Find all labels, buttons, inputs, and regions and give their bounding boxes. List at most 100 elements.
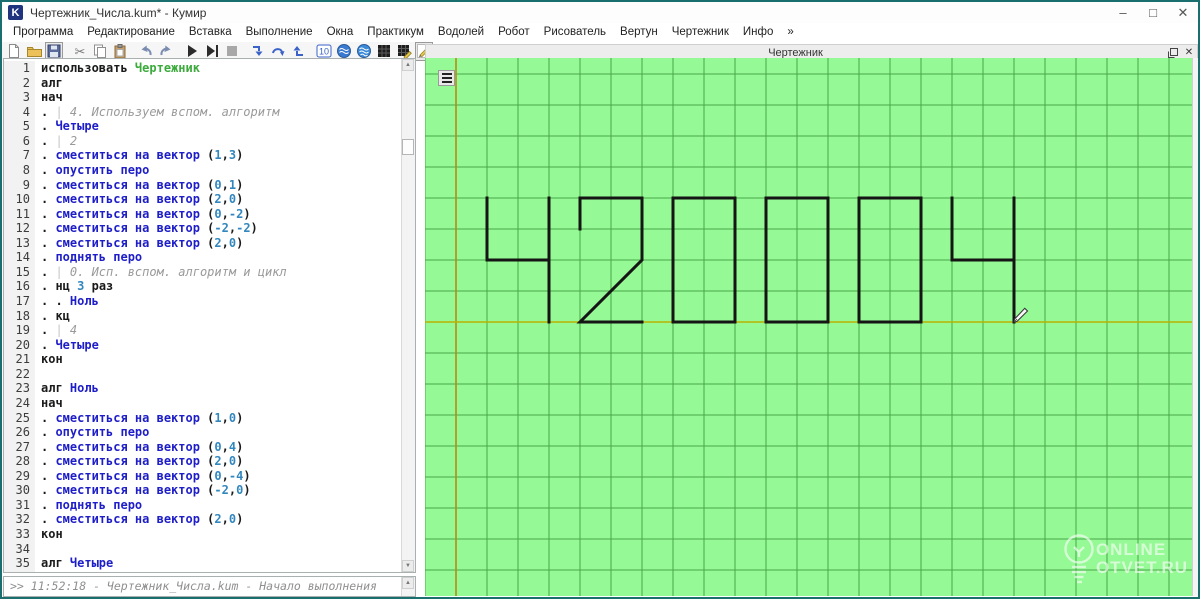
line-number: 17 bbox=[4, 294, 35, 309]
code-line-2: 2алг bbox=[4, 76, 401, 91]
line-number: 21 bbox=[4, 352, 35, 367]
code-line-35: 35алг Четыре bbox=[4, 556, 401, 571]
svg-text:10: 10 bbox=[319, 47, 329, 57]
drawer-panel-title: Чертежник bbox=[426, 47, 1165, 59]
line-number: 34 bbox=[4, 542, 35, 557]
line-number: 10 bbox=[4, 192, 35, 207]
line-number: 23 bbox=[4, 381, 35, 396]
code-line-28: 28. сместиться на вектор (2,0) bbox=[4, 454, 401, 469]
line-number: 4 bbox=[4, 105, 35, 120]
output-console: >> 11:52:18 - Чертежник_Числа.kum - Нача… bbox=[3, 576, 416, 597]
code-line-17: 17. . Ноль bbox=[4, 294, 401, 309]
code-line-5: 5. Четыре bbox=[4, 119, 401, 134]
line-number: 9 bbox=[4, 178, 35, 193]
line-number: 11 bbox=[4, 207, 35, 222]
line-number: 26 bbox=[4, 425, 35, 440]
menu-item-praktikum[interactable]: Практикум bbox=[360, 23, 431, 42]
drawer-canvas[interactable]: ONLINE OTVET.RU bbox=[425, 58, 1192, 596]
menu-item-overflow[interactable]: » bbox=[780, 23, 800, 42]
line-number: 12 bbox=[4, 221, 35, 236]
line-number: 30 bbox=[4, 483, 35, 498]
menu-item-chertezhnik[interactable]: Чертежник bbox=[665, 23, 736, 42]
line-number: 8 bbox=[4, 163, 35, 178]
watermark-line2: OTVET.RU bbox=[1096, 559, 1188, 577]
code-line-14: 14. поднять перо bbox=[4, 250, 401, 265]
console-scrollbar[interactable]: ▲ bbox=[401, 577, 415, 596]
code-line-20: 20. Четыре bbox=[4, 338, 401, 353]
menu-item-redaktirovanie[interactable]: Редактирование bbox=[80, 23, 182, 42]
watermark-line1: ONLINE bbox=[1096, 541, 1188, 559]
editor-scrollbar[interactable]: ▲ ▼ bbox=[401, 59, 415, 572]
code-line-4: 4. | 4. Используем вспом. алгоритм bbox=[4, 105, 401, 120]
code-line-9: 9. сместиться на вектор (0,1) bbox=[4, 178, 401, 193]
menu-bar: ПрограммаРедактированиеВставкаВыполнение… bbox=[2, 23, 1198, 42]
code-line-27: 27. сместиться на вектор (0,4) bbox=[4, 440, 401, 455]
code-line-11: 11. сместиться на вектор (0,-2) bbox=[4, 207, 401, 222]
menu-item-vodoley[interactable]: Водолей bbox=[431, 23, 491, 42]
menu-item-okna[interactable]: Окна bbox=[320, 23, 361, 42]
code-line-31: 31. поднять перо bbox=[4, 498, 401, 513]
code-line-33: 33кон bbox=[4, 527, 401, 542]
scroll-down-icon[interactable]: ▼ bbox=[402, 560, 414, 572]
menu-item-vertun[interactable]: Вертун bbox=[613, 23, 665, 42]
code-editor[interactable]: 1использовать Чертежник2алг3нач4. | 4. И… bbox=[3, 58, 416, 573]
code-line-19: 19. | 4 bbox=[4, 323, 401, 338]
code-line-6: 6. | 2 bbox=[4, 134, 401, 149]
code-line-3: 3нач bbox=[4, 90, 401, 105]
code-line-1: 1использовать Чертежник bbox=[4, 61, 401, 76]
code-line-36: 36нач bbox=[4, 571, 401, 572]
line-number: 16 bbox=[4, 279, 35, 294]
code-line-32: 32. сместиться на вектор (2,0) bbox=[4, 512, 401, 527]
menu-item-info[interactable]: Инфо bbox=[736, 23, 780, 42]
line-number: 3 bbox=[4, 90, 35, 105]
line-number: 35 bbox=[4, 556, 35, 571]
code-line-7: 7. сместиться на вектор (1,3) bbox=[4, 148, 401, 163]
code-line-26: 26. опустить перо bbox=[4, 425, 401, 440]
line-number: 14 bbox=[4, 250, 35, 265]
app-icon: K bbox=[8, 5, 23, 20]
line-number: 31 bbox=[4, 498, 35, 513]
line-number: 18 bbox=[4, 309, 35, 324]
drawer-field bbox=[425, 58, 1192, 596]
code-line-15: 15. | 0. Исп. вспом. алгоритм и цикл bbox=[4, 265, 401, 280]
line-number: 15 bbox=[4, 265, 35, 280]
code-line-12: 12. сместиться на вектор (-2,-2) bbox=[4, 221, 401, 236]
kumir-window: K Чертежник_Числа.kum* - Кумир – □ ✕ Про… bbox=[0, 0, 1200, 599]
code-line-18: 18. кц bbox=[4, 309, 401, 324]
code-line-30: 30. сместиться на вектор (-2,0) bbox=[4, 483, 401, 498]
code-line-34: 34 bbox=[4, 542, 401, 557]
canvas-menu-button[interactable] bbox=[438, 70, 455, 86]
code-line-23: 23алг Ноль bbox=[4, 381, 401, 396]
watermark: ONLINE OTVET.RU bbox=[1056, 530, 1188, 588]
console-message: >> 11:52:18 - Чертежник_Числа.kum - Нача… bbox=[4, 577, 401, 596]
code-line-10: 10. сместиться на вектор (2,0) bbox=[4, 192, 401, 207]
canvas-scroll-strip[interactable] bbox=[1192, 58, 1198, 596]
line-number: 6 bbox=[4, 134, 35, 149]
code-line-25: 25. сместиться на вектор (1,0) bbox=[4, 411, 401, 426]
menu-item-robot[interactable]: Робот bbox=[491, 23, 537, 42]
console-scroll-up-icon[interactable]: ▲ bbox=[402, 577, 414, 589]
line-number: 29 bbox=[4, 469, 35, 484]
code-lines: 1использовать Чертежник2алг3нач4. | 4. И… bbox=[4, 59, 401, 572]
code-line-16: 16. нц 3 раз bbox=[4, 279, 401, 294]
line-number: 22 bbox=[4, 367, 35, 382]
menu-item-programma[interactable]: Программа bbox=[6, 23, 80, 42]
code-line-21: 21кон bbox=[4, 352, 401, 367]
line-number: 32 bbox=[4, 512, 35, 527]
line-number: 19 bbox=[4, 323, 35, 338]
scroll-up-icon[interactable]: ▲ bbox=[402, 59, 414, 71]
line-number: 27 bbox=[4, 440, 35, 455]
close-button[interactable]: ✕ bbox=[1168, 3, 1198, 23]
menu-item-risovatel[interactable]: Рисователь bbox=[537, 23, 613, 42]
line-number: 28 bbox=[4, 454, 35, 469]
maximize-button[interactable]: □ bbox=[1138, 3, 1168, 23]
menu-item-vypolnenie[interactable]: Выполнение bbox=[239, 23, 320, 42]
line-number: 36 bbox=[4, 571, 35, 572]
menu-item-vstavka[interactable]: Вставка bbox=[182, 23, 239, 42]
pen-cursor-icon bbox=[1014, 308, 1028, 322]
svg-text:✂: ✂ bbox=[75, 44, 86, 59]
editor-scrollbar-thumb[interactable] bbox=[402, 139, 414, 155]
line-number: 2 bbox=[4, 76, 35, 91]
minimize-button[interactable]: – bbox=[1108, 3, 1138, 23]
line-number: 5 bbox=[4, 119, 35, 134]
